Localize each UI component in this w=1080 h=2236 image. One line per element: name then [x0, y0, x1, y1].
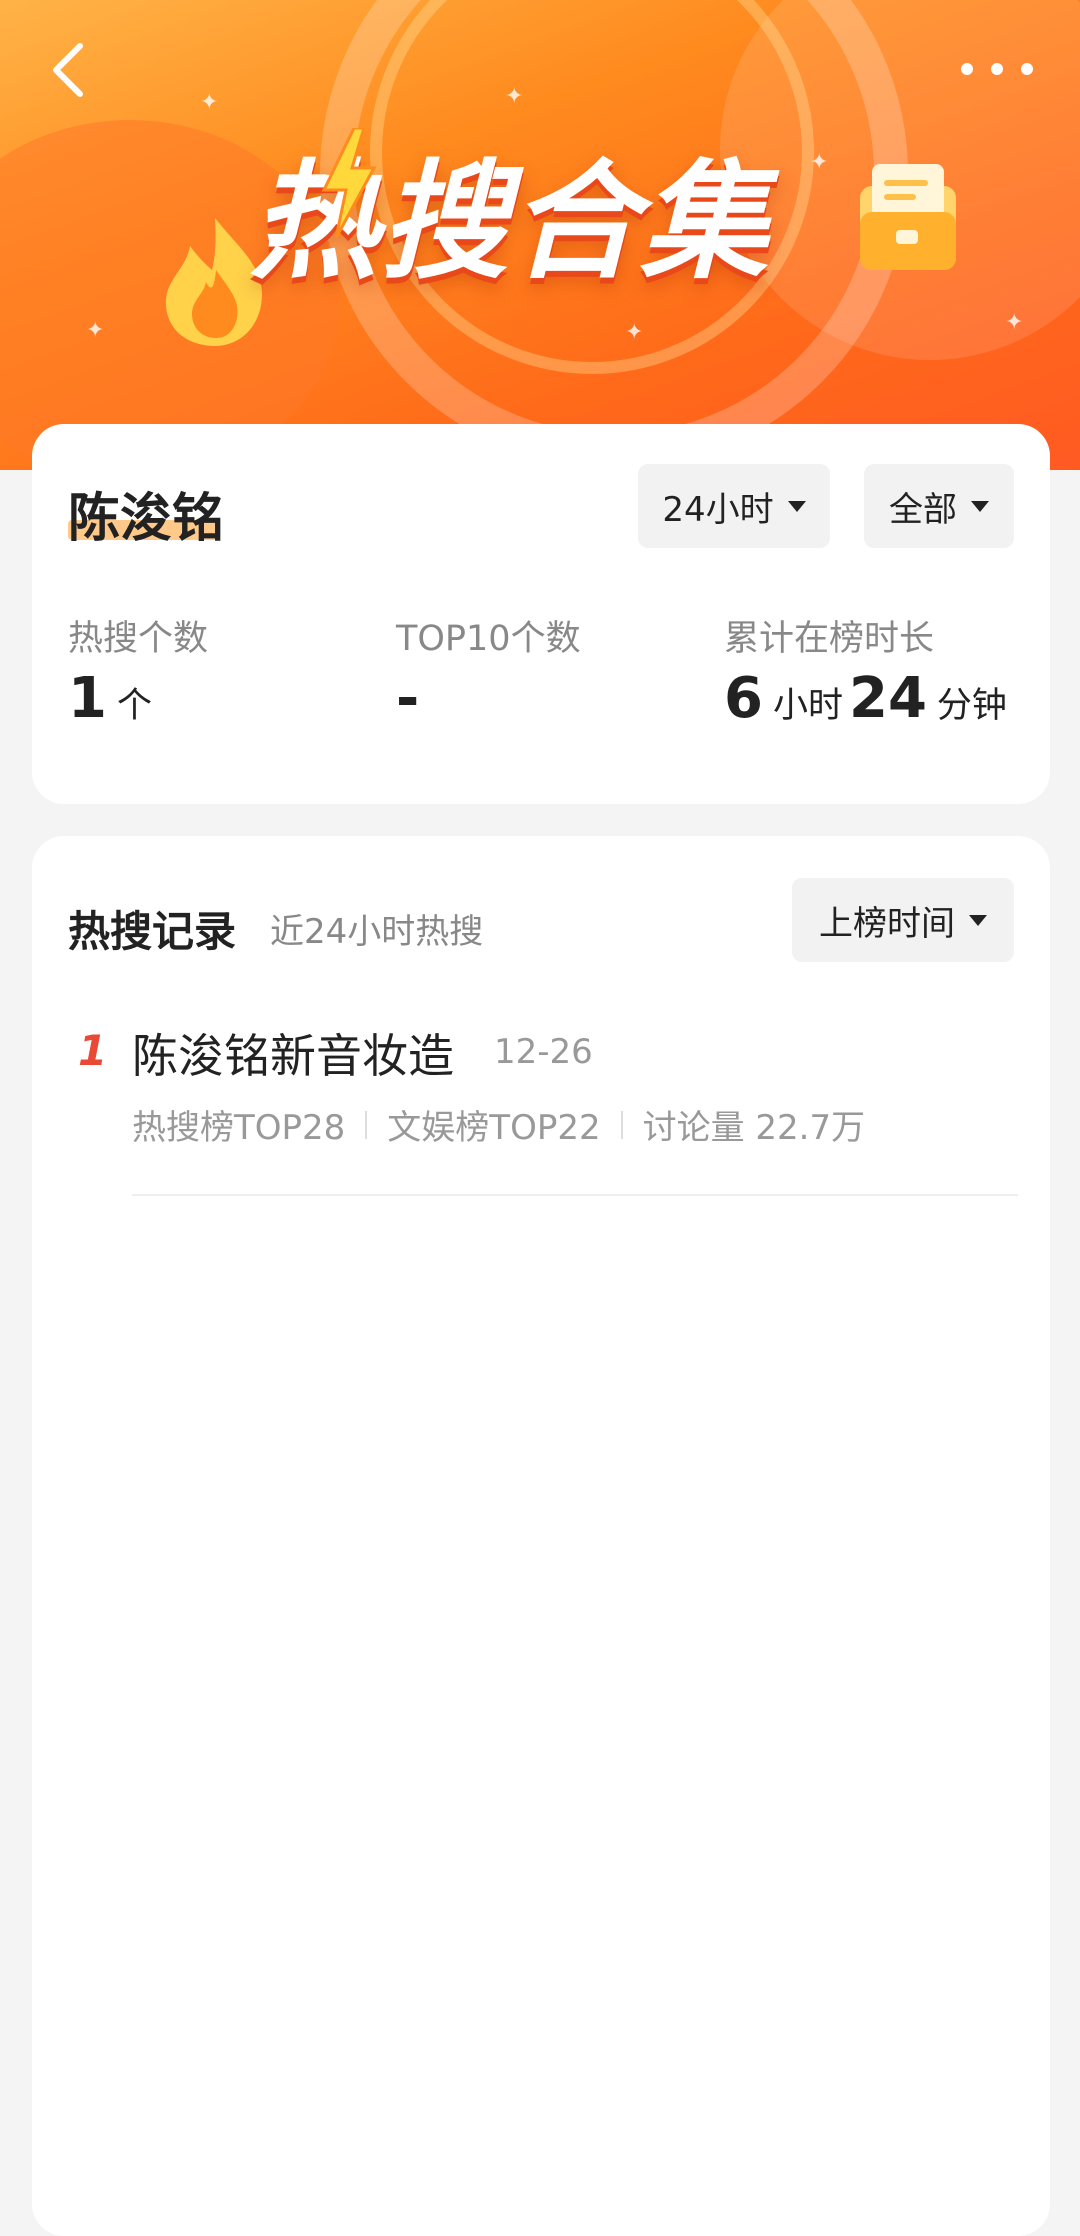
- records-card: 热搜记录 近24小时热搜 上榜时间 1 陈浚铭新音妆造 12-26 热搜榜TOP…: [32, 836, 1050, 2236]
- sparkle-icon: ✦: [505, 84, 524, 109]
- stat-value-count: 1个: [68, 666, 158, 731]
- stat-minutes-unit: 分钟: [936, 686, 1007, 726]
- caret-down-icon: [971, 500, 989, 512]
- caret-down-icon: [969, 914, 987, 926]
- divider: [620, 1110, 623, 1139]
- sparkle-icon: ✦: [86, 318, 105, 343]
- stat-label-duration: 累计在榜时长: [724, 619, 935, 659]
- stat-label-top10: TOP10个数: [396, 619, 581, 659]
- record-meta: 热搜榜TOP28 文娱榜TOP22 讨论量 22.7万: [132, 1100, 865, 1149]
- time-filter-dropdown[interactable]: 24小时: [638, 464, 830, 548]
- discussion-count: 讨论量 22.7万: [642, 1108, 866, 1148]
- row-divider: [132, 1194, 1018, 1196]
- records-title: 热搜记录: [68, 907, 237, 956]
- stat-minutes: 24: [848, 666, 927, 731]
- caret-down-icon: [787, 500, 806, 512]
- sparkle-icon: ✦: [810, 150, 829, 175]
- person-name-wrap: 陈浚铭: [68, 476, 224, 551]
- sparkle-icon: ✦: [625, 320, 644, 345]
- stat-label-count: 热搜个数: [68, 619, 209, 659]
- lightning-icon: [321, 128, 377, 238]
- stat-value-top10: -: [396, 666, 420, 731]
- record-date: 12-26: [494, 1032, 593, 1072]
- stat-count-unit: 个: [116, 686, 152, 726]
- sort-label: 上榜时间: [819, 903, 955, 944]
- sparkle-icon: ✦: [200, 90, 219, 115]
- hero-banner: ✦ ✦ ✦ ✦ ✦ ✦ 热搜合集: [0, 0, 1080, 470]
- category-filter-label: 全部: [889, 489, 957, 530]
- category-filter-dropdown[interactable]: 全部: [864, 464, 1014, 548]
- record-title: 陈浚铭新音妆造: [132, 1029, 454, 1083]
- ent-rank: 文娱榜TOP22: [387, 1108, 601, 1148]
- stat-count-number: 1: [68, 666, 107, 731]
- person-name: 陈浚铭: [68, 489, 225, 549]
- records-subtitle: 近24小时热搜: [270, 912, 484, 952]
- more-dots-icon[interactable]: [952, 44, 1042, 94]
- folder-icon: [860, 164, 956, 270]
- chevron-left-icon[interactable]: [42, 40, 102, 100]
- summary-card: 陈浚铭 24小时 全部 热搜个数 1个 TOP10个数 - 累计在榜时长 6 小时…: [32, 424, 1050, 804]
- divider: [365, 1110, 368, 1139]
- time-filter-label: 24小时: [662, 489, 774, 530]
- stat-value-duration: 6 小时 24 分钟: [724, 666, 1013, 731]
- rank-number: 1: [78, 1026, 108, 1075]
- sort-dropdown[interactable]: 上榜时间: [792, 878, 1014, 962]
- stat-hours: 6: [724, 666, 763, 731]
- stat-hours-unit: 小时: [772, 686, 843, 726]
- hot-rank: 热搜榜TOP28: [132, 1108, 346, 1148]
- sparkle-icon: ✦: [1005, 310, 1024, 335]
